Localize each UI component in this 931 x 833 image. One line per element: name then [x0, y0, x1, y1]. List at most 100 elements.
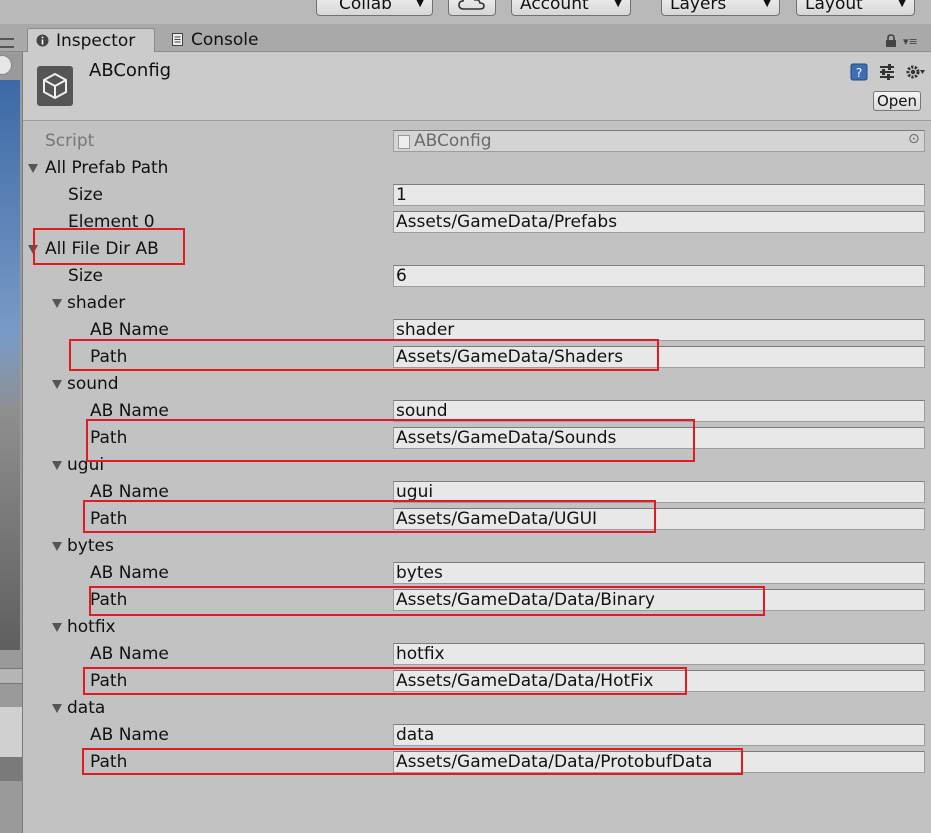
path-label: Path — [90, 509, 128, 529]
object-picker-icon[interactable]: ⊙ — [908, 131, 920, 147]
dropdown-arrow-icon: ▼ — [763, 0, 771, 9]
ab-name-row: AB Name hotfix — [23, 641, 931, 668]
panel-area — [0, 757, 22, 781]
file-dir-size-row: Size 6 — [23, 263, 931, 290]
path-field[interactable]: Assets/GameData/Shaders — [393, 346, 925, 368]
open-button[interactable]: Open — [873, 91, 921, 111]
ab-path-row: Path Assets/GameData/Data/Binary — [23, 587, 931, 614]
layout-button[interactable]: Layout ▼ — [796, 0, 915, 16]
inspector-header: ABConfig ? Open — [23, 52, 931, 121]
console-icon — [172, 33, 183, 46]
dropdown-arrow-icon: ▼ — [416, 0, 424, 9]
scene-view-strip — [0, 80, 20, 650]
ab-name-label: AB Name — [90, 401, 169, 421]
svg-text:?: ? — [856, 66, 862, 80]
help-icon[interactable]: ? — [850, 63, 868, 81]
ab-entry-foldout[interactable]: shader — [23, 290, 931, 317]
file-dir-ab-label: All File Dir AB — [45, 239, 159, 259]
top-toolbar: Collab ▼ Account ▼ Layers ▼ Layout ▼ — [0, 0, 931, 24]
ab-name-field[interactable]: hotfix — [393, 643, 925, 665]
ab-name-field[interactable]: sound — [393, 400, 925, 422]
ab-name-label: AB Name — [90, 725, 169, 745]
ab-path-row: Path Assets/GameData/Sounds — [23, 425, 931, 452]
ab-name-label: AB Name — [90, 482, 169, 502]
tab-label: Inspector — [56, 31, 136, 51]
foldout-arrow-icon[interactable] — [52, 623, 62, 632]
path-field[interactable]: Assets/GameData/UGUI — [393, 508, 925, 530]
preset-sliders-icon[interactable] — [878, 63, 896, 81]
ab-name-field[interactable]: shader — [393, 319, 925, 341]
prefab-element-field[interactable]: Assets/GameData/Prefabs — [393, 211, 925, 233]
size-label: Size — [68, 266, 103, 286]
ab-entry-foldout[interactable]: ugui — [23, 452, 931, 479]
lock-icon[interactable] — [885, 34, 897, 48]
ab-name-row: AB Name bytes — [23, 560, 931, 587]
panel-area — [0, 707, 22, 757]
ab-entry-name: ugui — [67, 455, 105, 475]
path-field[interactable]: Assets/GameData/Data/ProtobufData — [393, 751, 925, 773]
ab-entry-name: sound — [67, 374, 119, 394]
path-field[interactable]: Assets/GameData/Data/Binary — [393, 589, 925, 611]
search-circle-icon[interactable] — [0, 55, 12, 75]
gear-icon[interactable] — [904, 63, 926, 81]
element-label: Element 0 — [68, 212, 155, 232]
tab-bar: Inspector Console ▾≡ — [0, 24, 931, 52]
ab-path-row: Path Assets/GameData/UGUI — [23, 506, 931, 533]
cloud-icon — [458, 0, 485, 10]
script-label: Script — [45, 131, 95, 151]
tab-inspector[interactable]: Inspector — [27, 28, 155, 52]
ab-entry-foldout[interactable]: data — [23, 695, 931, 722]
path-label: Path — [90, 428, 128, 448]
script-value: ABConfig — [414, 131, 492, 151]
layers-label: Layers — [670, 0, 727, 14]
ab-name-field[interactable]: ugui — [393, 481, 925, 503]
layers-button[interactable]: Layers ▼ — [661, 0, 780, 16]
foldout-arrow-icon[interactable] — [52, 380, 62, 389]
collab-button[interactable]: Collab ▼ — [316, 0, 433, 16]
foldout-arrow-icon[interactable] — [28, 245, 38, 254]
path-field[interactable]: Assets/GameData/Sounds — [393, 427, 925, 449]
ab-name-field[interactable]: bytes — [393, 562, 925, 584]
ab-name-row: AB Name sound — [23, 398, 931, 425]
script-file-icon — [398, 135, 410, 149]
ab-entry-foldout[interactable]: hotfix — [23, 614, 931, 641]
cloud-button[interactable] — [448, 0, 496, 16]
ab-name-label: AB Name — [90, 320, 169, 340]
ab-path-row: Path Assets/GameData/Data/HotFix — [23, 668, 931, 695]
hierarchy-panel-edge — [0, 52, 23, 833]
account-label: Account — [520, 0, 589, 14]
script-row: Script ABConfig ⊙ — [23, 128, 931, 155]
foldout-arrow-icon[interactable] — [52, 461, 62, 470]
prefab-size-field[interactable]: 1 — [393, 184, 925, 206]
inspector-title: ABConfig — [89, 60, 172, 81]
ab-name-field[interactable]: data — [393, 724, 925, 746]
foldout-arrow-icon[interactable] — [28, 164, 38, 173]
ab-entry-name: data — [67, 698, 106, 718]
panel-menu-icon[interactable] — [0, 38, 14, 48]
ab-path-row: Path Assets/GameData/Shaders — [23, 344, 931, 371]
ab-entry-name: hotfix — [67, 617, 116, 637]
ab-entry-name: shader — [67, 293, 126, 313]
foldout-arrow-icon[interactable] — [52, 299, 62, 308]
collab-label: Collab — [339, 0, 392, 14]
foldout-arrow-icon[interactable] — [52, 704, 62, 713]
ab-entry-foldout[interactable]: bytes — [23, 533, 931, 560]
prefab-element-row: Element 0 Assets/GameData/Prefabs — [23, 209, 931, 236]
path-field[interactable]: Assets/GameData/Data/HotFix — [393, 670, 925, 692]
file-dir-ab-foldout[interactable]: All File Dir AB — [23, 236, 931, 263]
script-object-field[interactable]: ABConfig — [393, 130, 925, 152]
ab-name-row: AB Name data — [23, 722, 931, 749]
prefab-size-row: Size 1 — [23, 182, 931, 209]
path-label: Path — [90, 752, 128, 772]
info-icon — [36, 34, 49, 47]
dropdown-arrow-icon: ▼ — [614, 0, 622, 9]
prefab-path-foldout[interactable]: All Prefab Path — [23, 155, 931, 182]
foldout-arrow-icon[interactable] — [52, 542, 62, 551]
tab-console[interactable]: Console — [163, 28, 273, 52]
account-button[interactable]: Account ▼ — [511, 0, 631, 16]
size-label: Size — [68, 185, 103, 205]
tab-menu-icon[interactable]: ▾≡ — [903, 35, 918, 48]
path-label: Path — [90, 590, 128, 610]
file-dir-size-field[interactable]: 6 — [393, 265, 925, 287]
ab-entry-foldout[interactable]: sound — [23, 371, 931, 398]
